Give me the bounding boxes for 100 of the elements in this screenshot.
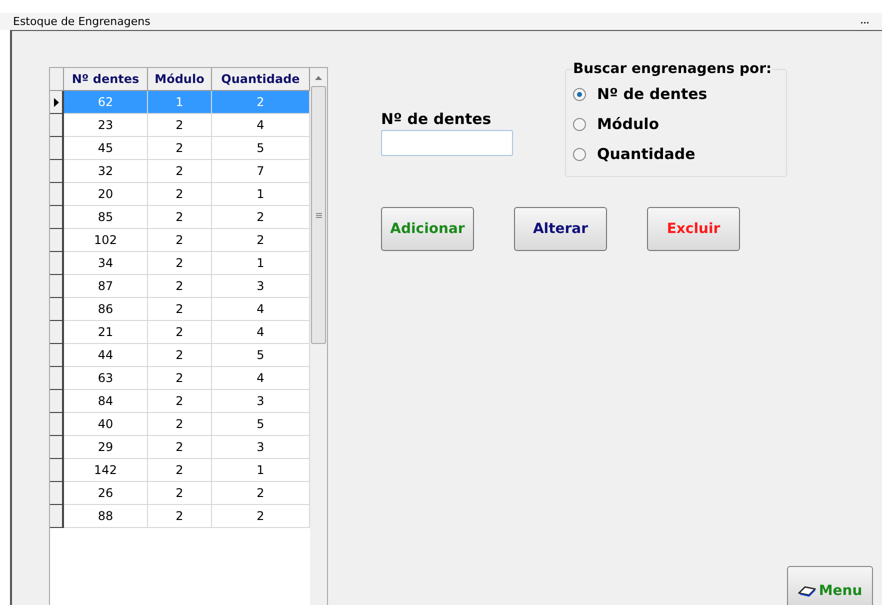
- table-cell: 45: [64, 137, 148, 160]
- table-cell: 4: [212, 367, 310, 390]
- table-cell: 1: [212, 459, 310, 482]
- radio-option[interactable]: Nº de dentes: [573, 78, 786, 110]
- teeth-input[interactable]: [381, 130, 513, 156]
- row-header[interactable]: [50, 390, 64, 413]
- row-header[interactable]: [50, 160, 64, 183]
- table-cell: 63: [64, 367, 148, 390]
- table-cell: 87: [64, 275, 148, 298]
- table-cell: 2: [148, 183, 212, 206]
- radio-option[interactable]: Módulo: [573, 108, 786, 140]
- row-header[interactable]: [50, 482, 64, 505]
- row-header[interactable]: [50, 275, 64, 298]
- table-cell: 62: [64, 91, 148, 114]
- table-cell: 5: [212, 137, 310, 160]
- table-cell: 85: [64, 206, 148, 229]
- table-cell: 1: [212, 252, 310, 275]
- more-icon[interactable]: [861, 20, 869, 24]
- book-icon: [798, 585, 816, 597]
- radio-label: Quantidade: [597, 144, 696, 165]
- row-header[interactable]: [50, 298, 64, 321]
- radio-option[interactable]: Quantidade: [573, 138, 786, 170]
- row-header[interactable]: [50, 137, 64, 160]
- table-cell: 102: [64, 229, 148, 252]
- table-cell: 2: [148, 275, 212, 298]
- table-cell: 34: [64, 252, 148, 275]
- row-header[interactable]: [50, 91, 64, 114]
- grid-corner: [50, 68, 64, 91]
- table-cell: 4: [212, 298, 310, 321]
- table-cell: 2: [212, 505, 310, 528]
- row-header[interactable]: [50, 436, 64, 459]
- scrollbar[interactable]: [310, 68, 327, 605]
- radio-icon[interactable]: [573, 148, 586, 160]
- table-cell: 1: [212, 183, 310, 206]
- table-cell: 44: [64, 344, 148, 367]
- table-cell: 3: [212, 275, 310, 298]
- radio-label: Nº de dentes: [597, 84, 708, 105]
- table-cell: 2: [148, 114, 212, 137]
- table-cell: 2: [148, 321, 212, 344]
- row-header[interactable]: [50, 505, 64, 528]
- table-cell: 4: [212, 114, 310, 137]
- table-cell: 2: [148, 229, 212, 252]
- table-cell: 1: [148, 91, 212, 114]
- table-cell: 32: [64, 160, 148, 183]
- row-header[interactable]: [50, 206, 64, 229]
- row-header[interactable]: [50, 459, 64, 482]
- row-header[interactable]: [50, 344, 64, 367]
- row-header[interactable]: [50, 367, 64, 390]
- table-cell: 2: [148, 436, 212, 459]
- table-cell: 2: [212, 91, 310, 114]
- table-cell: 86: [64, 298, 148, 321]
- table-cell: 88: [64, 505, 148, 528]
- table-cell: 2: [148, 160, 212, 183]
- table-cell: 2: [212, 482, 310, 505]
- table-cell: 3: [212, 390, 310, 413]
- table-cell: 23: [64, 114, 148, 137]
- radio-icon[interactable]: [573, 118, 586, 130]
- table-cell: 2: [148, 459, 212, 482]
- table-cell: 29: [64, 436, 148, 459]
- group-title: Buscar engrenagens por:: [573, 60, 772, 79]
- table-cell: 4: [212, 321, 310, 344]
- table-cell: 84: [64, 390, 148, 413]
- row-header[interactable]: [50, 183, 64, 206]
- table-cell: 2: [212, 229, 310, 252]
- column-header[interactable]: Módulo: [148, 68, 212, 91]
- column-header[interactable]: Nº dentes: [64, 68, 148, 91]
- table-cell: 2: [212, 206, 310, 229]
- row-header[interactable]: [50, 252, 64, 275]
- row-header[interactable]: [50, 413, 64, 436]
- table-cell: 2: [148, 413, 212, 436]
- table-cell: 2: [148, 137, 212, 160]
- table-cell: 26: [64, 482, 148, 505]
- row-header[interactable]: [50, 321, 64, 344]
- row-header[interactable]: [50, 114, 64, 137]
- radio-icon[interactable]: [573, 88, 586, 100]
- table-cell: 142: [64, 459, 148, 482]
- scroll-up-icon[interactable]: [315, 76, 322, 80]
- column-header[interactable]: Quantidade: [212, 68, 310, 91]
- table-cell: 2: [148, 206, 212, 229]
- menu-button[interactable]: Menu: [787, 566, 873, 605]
- row-header[interactable]: [50, 229, 64, 252]
- table-cell: 20: [64, 183, 148, 206]
- grip-icon: [316, 212, 322, 218]
- table-cell: 21: [64, 321, 148, 344]
- table-cell: 2: [148, 482, 212, 505]
- field-label: Nº de dentes: [381, 109, 492, 129]
- data-grid[interactable]: Nº dentes Módulo Quantidade 62 1 2 23 2 4 45 2 5 32 2 7 20 2 1 85 2 2 102 2 2 34 2 1 87 2 3 86 2 4 21 2 4 44 2 5 63 2 4 84 2 3 40 2 5 29 2 3 142 2 1 26 2 2 88 2 2: [49, 67, 328, 605]
- table-cell: 5: [212, 413, 310, 436]
- table-cell: 2: [148, 252, 212, 275]
- table-cell: 40: [64, 413, 148, 436]
- table-cell: 5: [212, 344, 310, 367]
- table-cell: 2: [148, 344, 212, 367]
- scroll-thumb[interactable]: [311, 86, 326, 344]
- table-cell: 7: [212, 160, 310, 183]
- action-button[interactable]: Alterar: [514, 207, 607, 251]
- action-button[interactable]: Adicionar: [381, 207, 474, 251]
- table-cell: 3: [212, 436, 310, 459]
- radio-label: Módulo: [597, 114, 660, 135]
- current-row-icon: [54, 98, 58, 106]
- table-cell: 2: [148, 298, 212, 321]
